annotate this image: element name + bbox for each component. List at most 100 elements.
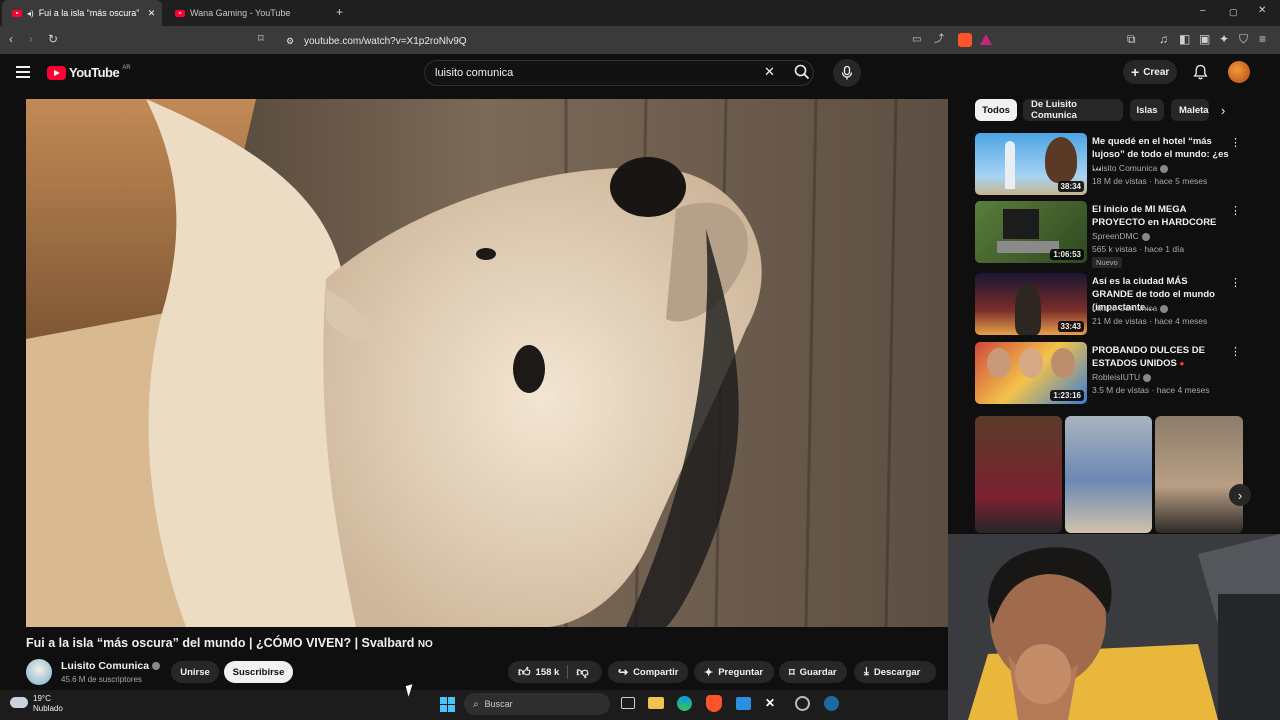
- channel-name: SpreenDMC: [1092, 231, 1150, 241]
- forward-icon[interactable]: ›: [29, 33, 33, 45]
- maximize-icon[interactable]: ▢: [1229, 6, 1238, 18]
- taskbar-search[interactable]: ⌕ Buscar: [464, 693, 610, 715]
- chevron-right-icon[interactable]: ›: [1221, 103, 1225, 118]
- tab-title: Wana Gaming - YouTube: [190, 8, 291, 18]
- edge-icon[interactable]: [677, 696, 692, 711]
- obs-icon[interactable]: [795, 696, 810, 711]
- weather-widget[interactable]: 19°C Nublado: [33, 694, 63, 714]
- window-close-icon[interactable]: ✕: [1258, 5, 1266, 17]
- thumbs-up-icon[interactable]: 👍︎: [518, 665, 531, 680]
- search-icon: ⌕: [473, 698, 479, 710]
- bookmark-icon[interactable]: ⌑: [258, 33, 264, 45]
- site-info-icon[interactable]: ⚙: [286, 36, 294, 47]
- leo-icon[interactable]: ✦: [1219, 33, 1229, 45]
- clear-search-icon[interactable]: ✕: [764, 64, 775, 80]
- new-tab-icon[interactable]: +: [336, 6, 343, 18]
- short-thumbnail[interactable]: [1065, 416, 1152, 533]
- channel-avatar[interactable]: [26, 659, 52, 685]
- tab-wana-gaming[interactable]: Wana Gaming - YouTube: [165, 0, 325, 26]
- chip-islas[interactable]: Islas: [1130, 99, 1164, 121]
- brave-shield-icon[interactable]: [958, 33, 972, 47]
- chip-maleta[interactable]: Maleta: [1171, 99, 1209, 121]
- music-icon[interactable]: ♫: [1159, 33, 1168, 45]
- bell-icon[interactable]: [1193, 64, 1208, 80]
- share-icon[interactable]: ⤴: [934, 34, 944, 46]
- channel-name[interactable]: Luisito Comunica: [61, 660, 161, 672]
- browser-menu-icon[interactable]: ≡: [1259, 33, 1266, 45]
- hamburger-icon[interactable]: [16, 66, 30, 78]
- file-explorer-icon[interactable]: [648, 697, 664, 709]
- region-code: AR: [122, 65, 131, 71]
- youtube-favicon-icon: [175, 9, 185, 17]
- chip-label: Todos: [982, 104, 1010, 116]
- task-view-icon[interactable]: [621, 697, 635, 709]
- create-button[interactable]: + Crear: [1123, 60, 1177, 84]
- verified-icon: [1160, 164, 1169, 173]
- youtube-favicon-icon: [12, 9, 22, 17]
- minimize-icon[interactable]: –: [1200, 5, 1206, 17]
- cloud-icon: [10, 697, 28, 708]
- chip-todos[interactable]: Todos: [975, 99, 1017, 121]
- like-count[interactable]: 158 k: [536, 667, 560, 678]
- more-options-icon[interactable]: ⋮: [1230, 204, 1241, 217]
- vpn-icon[interactable]: ⛉: [1239, 33, 1248, 45]
- save-button[interactable]: ⌑ Guardar: [779, 661, 847, 683]
- recommendation-item[interactable]: 38:34 Me quedé en el hotel “más lujoso” …: [975, 133, 1245, 197]
- search-input[interactable]: luisito comunica: [424, 60, 814, 86]
- youtube-logo[interactable]: YouTube AR: [47, 65, 131, 80]
- search-placeholder: Buscar: [484, 699, 513, 709]
- wallet-icon[interactable]: ▣: [1199, 33, 1210, 45]
- recommendation-item[interactable]: 1:23:16 PROBANDO DULCES DE ESTADOS UNIDO…: [975, 342, 1245, 406]
- url-field[interactable]: ⚙ youtube.com/watch?v=X1p2roNlv9Q: [280, 32, 1000, 50]
- steam-icon[interactable]: [824, 696, 839, 711]
- search-query: luisito comunica: [435, 67, 514, 79]
- back-icon[interactable]: ‹: [9, 33, 13, 45]
- reload-icon[interactable]: ↻: [48, 33, 58, 45]
- tab-title: Fui a la isla “más oscura” del: [38, 8, 139, 18]
- verified-icon: [1143, 373, 1152, 382]
- like-dislike-group: 👍︎ 158 k 👎︎: [508, 661, 602, 683]
- mic-icon[interactable]: [833, 59, 861, 87]
- more-options-icon[interactable]: ⋮: [1230, 276, 1241, 289]
- recommendation-item[interactable]: 33:43 Así es la ciudad MÁS GRANDE de tod…: [975, 273, 1245, 337]
- tab-active[interactable]: ◂) Fui a la isla “más oscura” del ✕: [2, 0, 162, 26]
- url-text: youtube.com/watch?v=X1p2roNlv9Q: [304, 35, 467, 47]
- more-options-icon[interactable]: ⋮: [1230, 345, 1241, 358]
- video-duration: 1:06:53: [1050, 249, 1084, 260]
- sidebar-icon[interactable]: ◧: [1179, 33, 1190, 45]
- share-button[interactable]: ↪ Compartir: [608, 661, 688, 683]
- ask-button[interactable]: ✦ Preguntar: [694, 661, 774, 683]
- download-button[interactable]: ⤓ Descargar: [854, 661, 936, 683]
- brave-icon[interactable]: [706, 695, 722, 712]
- tab-close-icon[interactable]: ✕: [148, 8, 156, 19]
- search-icon[interactable]: [794, 64, 810, 80]
- short-thumbnail[interactable]: [975, 416, 1062, 533]
- avatar[interactable]: [1228, 61, 1250, 83]
- brave-rewards-icon[interactable]: [980, 34, 992, 45]
- more-options-icon[interactable]: ⋮: [1230, 136, 1241, 149]
- video-duration: 1:23:16: [1050, 390, 1084, 401]
- new-badge: Nuevo: [1092, 257, 1122, 268]
- video-thumbnail: 1:06:53: [975, 201, 1087, 263]
- thumbs-down-icon[interactable]: 👎︎: [576, 665, 588, 680]
- video-thumbnail: 38:34: [975, 133, 1087, 195]
- join-button[interactable]: Unirse: [171, 661, 219, 683]
- mouse-cursor-icon: [405, 684, 416, 697]
- short-thumbnail[interactable]: [1155, 416, 1243, 533]
- chevron-right-icon[interactable]: ›: [1229, 484, 1251, 506]
- speaker-icon: ◂): [27, 8, 34, 18]
- chip-label: Maleta: [1179, 104, 1209, 116]
- windows-start-icon[interactable]: [440, 697, 455, 712]
- channel-name: Luisito Comunica: [1092, 163, 1169, 173]
- subscribe-button[interactable]: Suscribirse: [224, 661, 293, 683]
- store-icon[interactable]: [736, 697, 751, 710]
- chip-label: De Luisito Comunica: [1031, 99, 1077, 121]
- cast-icon[interactable]: ▭: [912, 34, 921, 46]
- video-duration: 38:34: [1057, 181, 1084, 192]
- capcut-icon[interactable]: ✕: [765, 696, 775, 710]
- chip-channel[interactable]: De Luisito Comunica: [1023, 99, 1123, 121]
- verified-icon: [152, 662, 161, 671]
- video-player[interactable]: [26, 99, 948, 627]
- recommendation-item[interactable]: 1:06:53 El inicio de MI MEGA PROYECTO en…: [975, 201, 1245, 269]
- extensions-icon[interactable]: ⧉: [1127, 33, 1136, 45]
